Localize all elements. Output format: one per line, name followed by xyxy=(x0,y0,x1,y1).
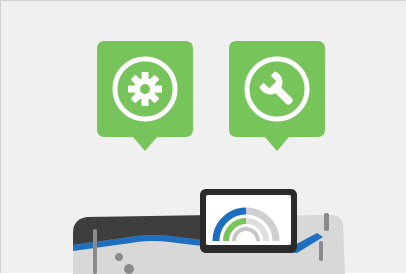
device-illustration xyxy=(73,189,345,274)
right-rod xyxy=(319,241,323,261)
illustration-panel xyxy=(0,0,406,274)
scene xyxy=(1,1,406,274)
device-dot xyxy=(115,253,123,261)
right-rod-top xyxy=(324,213,329,231)
device-screen xyxy=(200,189,297,253)
left-rod xyxy=(93,229,97,274)
